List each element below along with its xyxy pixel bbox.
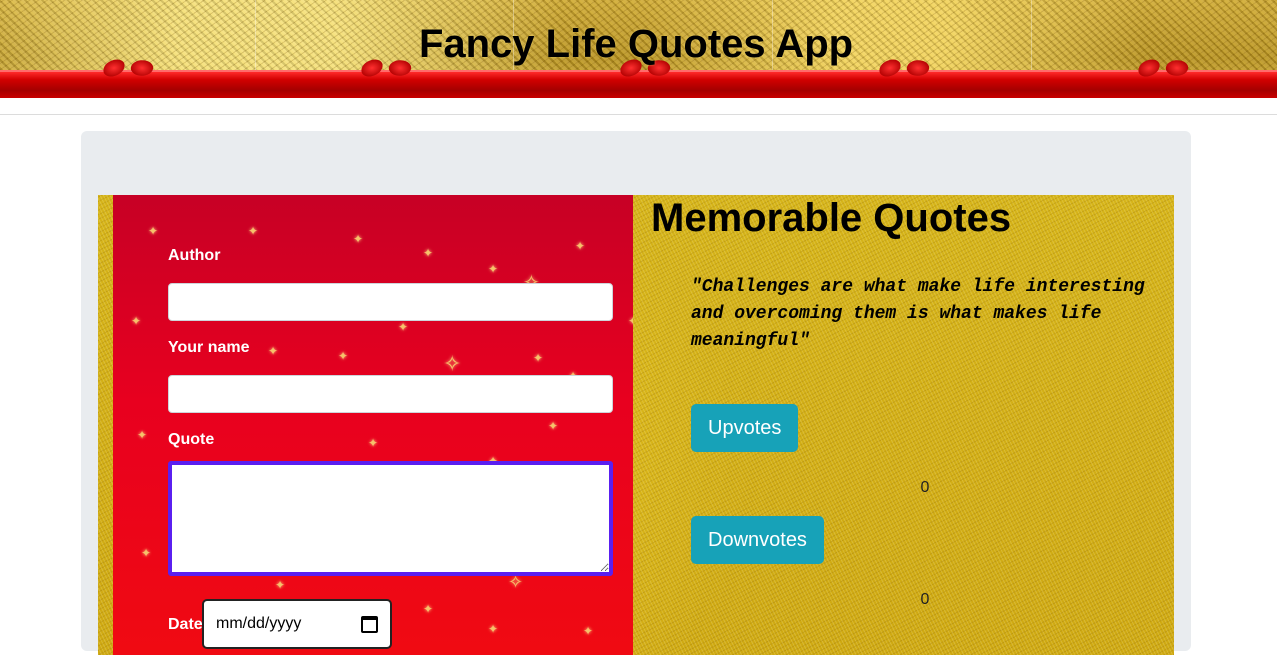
sparkle-decoration: ✦ [368, 436, 379, 450]
sparkle-decoration: ✦ [488, 262, 499, 276]
sparkle-decoration: ✦ [583, 624, 594, 638]
sparkle-decoration: ✦ [575, 239, 586, 253]
sparkle-decoration: ✦ [338, 349, 349, 363]
sparkle-decoration: ✦ [137, 428, 148, 442]
sparkle-decoration: ✦ [275, 578, 286, 592]
quote-label: Quote [168, 431, 215, 448]
sparkle-decoration: ✦ [548, 419, 559, 433]
quote-text: "Challenges are what make life interesti… [691, 277, 1145, 351]
header-divider [0, 114, 1277, 115]
sparkle-decoration: ✦ [131, 314, 142, 328]
quote-textarea[interactable] [168, 461, 613, 576]
date-input-placeholder: mm/dd/yyyy [216, 615, 302, 632]
sparkle-decoration: ✦ [141, 546, 152, 560]
sparkle-decoration: ✦ [628, 315, 633, 327]
your-name-input[interactable] [168, 375, 613, 413]
sparkle-decoration: ✧ [443, 351, 462, 376]
sparkle-decoration: ✦ [423, 602, 434, 616]
your-name-label: Your name [168, 339, 250, 356]
sparkle-decoration: ✦ [398, 320, 409, 334]
quote-form: ✦ ✦ ✦ ✦ ✦ ✦ ✧ ✦ ✦ ✦ ✦ ✦ ✧ ✦ ✦ ✦ ✦ ✦ ✦ ✦ … [113, 195, 633, 655]
sparkle-decoration: ✦ [488, 622, 499, 636]
downvote-button[interactable]: Downvotes [691, 516, 824, 564]
sparkle-decoration: ✦ [423, 246, 434, 260]
date-label: Date [168, 616, 203, 633]
sparkle-decoration: ✦ [533, 351, 544, 365]
author-input[interactable] [168, 283, 613, 321]
date-input[interactable]: mm/dd/yyyy [202, 599, 392, 649]
sparkle-decoration: ✦ [248, 224, 259, 238]
sparkle-decoration: ✦ [353, 232, 364, 246]
header-banner: Fancy Life Quotes App [0, 0, 1277, 98]
app-title: Fancy Life Quotes App [418, 22, 854, 66]
calendar-icon[interactable] [361, 615, 378, 633]
author-label: Author [168, 247, 221, 264]
downvote-count: 0 [920, 591, 930, 608]
upvote-count: 0 [920, 479, 930, 496]
upvote-button[interactable]: Upvotes [691, 404, 799, 452]
memorable-quotes-heading: Memorable Quotes [651, 196, 1012, 240]
sparkle-decoration: ✦ [148, 224, 159, 238]
sparkle-decoration: ✦ [268, 344, 279, 358]
